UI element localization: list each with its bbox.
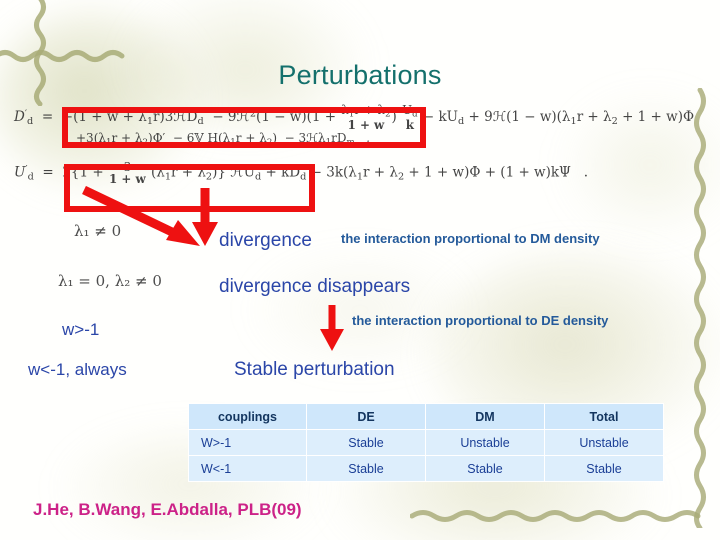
stability-table: couplings DE DM Total W>-1 Stable Unstab… bbox=[188, 403, 664, 482]
table-cell-coupling: W>-1 bbox=[188, 429, 307, 456]
table-header-row: couplings DE DM Total bbox=[188, 403, 664, 430]
condition-lambda-1: λ₁ ≠ 0 bbox=[74, 222, 122, 240]
label-de-density: the interaction proportional to DE densi… bbox=[352, 313, 609, 328]
label-w-less-than: w<-1, always bbox=[28, 360, 127, 379]
slide-canvas: Perturbations D′d = −(1 + w + λ1r)3ℋDd −… bbox=[0, 0, 720, 540]
label-w-greater-than: w>-1 bbox=[62, 320, 100, 339]
table-row: W<-1 Stable Stable Stable bbox=[188, 455, 664, 482]
highlight-box-term-2 bbox=[64, 164, 315, 212]
table-header-couplings: couplings bbox=[188, 403, 307, 430]
table-cell-de: Stable bbox=[306, 455, 426, 482]
label-dm-density: the interaction proportional to DM densi… bbox=[341, 231, 600, 246]
background-foliage-wash bbox=[250, 250, 470, 370]
citation-text: J.He, B.Wang, E.Abdalla, PLB(09) bbox=[33, 500, 302, 519]
label-divergence-disappears: divergence disappears bbox=[219, 276, 411, 297]
table-cell-dm: Unstable bbox=[425, 429, 545, 456]
label-divergence: divergence bbox=[219, 230, 312, 251]
table-header-total: Total bbox=[544, 403, 664, 430]
slide-title: Perturbations bbox=[278, 60, 442, 90]
table-row: W>-1 Stable Unstable Unstable bbox=[188, 429, 664, 456]
table-header-dm: DM bbox=[425, 403, 545, 430]
table-cell-de: Stable bbox=[306, 429, 426, 456]
table-header-de: DE bbox=[306, 403, 426, 430]
table-cell-total: Unstable bbox=[544, 429, 664, 456]
label-stable-perturbation: Stable perturbation bbox=[234, 359, 395, 380]
table-cell-total: Stable bbox=[544, 455, 664, 482]
condition-lambda-2: λ₁ = 0, λ₂ ≠ 0 bbox=[58, 272, 162, 290]
highlight-box-term-1 bbox=[62, 107, 426, 148]
red-arrow-down-stable bbox=[320, 305, 344, 351]
vine-decoration-bottom-horizontal bbox=[410, 510, 701, 522]
table-cell-coupling: W<-1 bbox=[188, 455, 307, 482]
table-cell-dm: Stable bbox=[425, 455, 545, 482]
